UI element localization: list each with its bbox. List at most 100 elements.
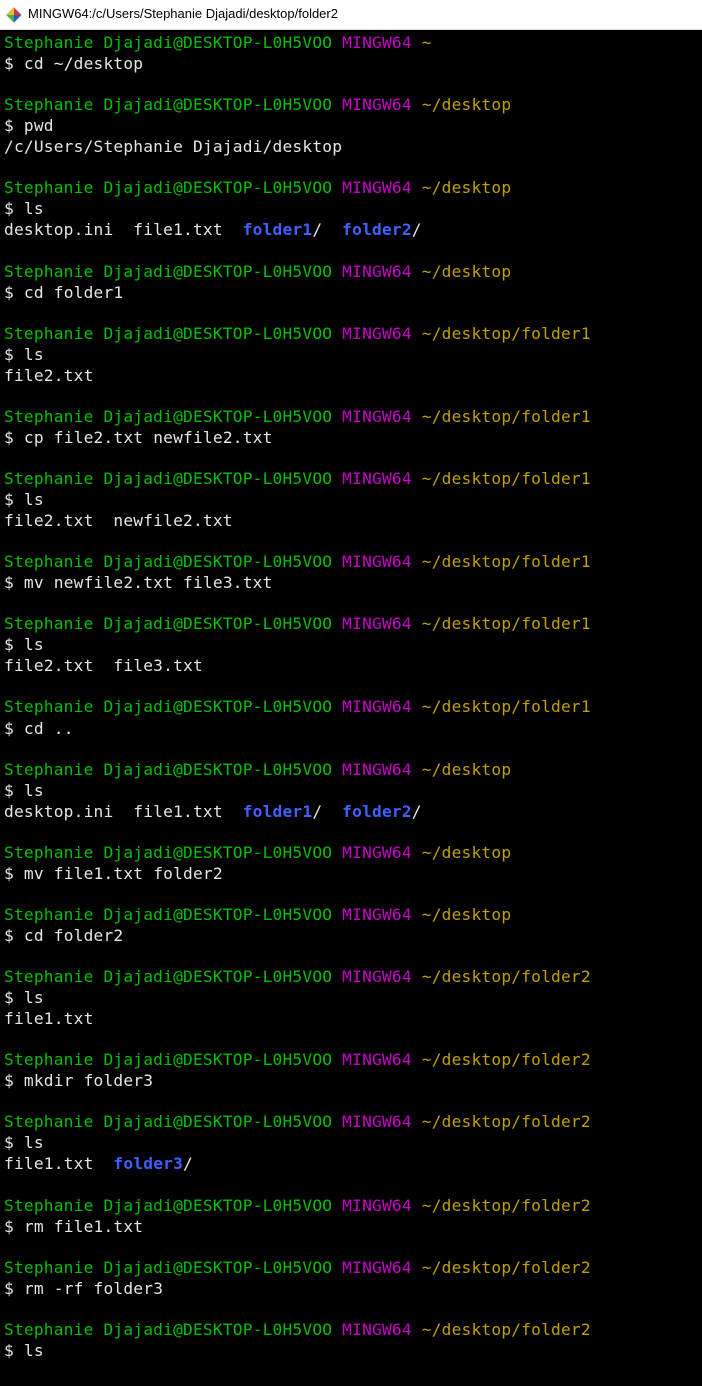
output-text: file2.txt xyxy=(4,366,94,385)
terminal-block: Stephanie Djajadi@DESKTOP-L0H5VOO MINGW6… xyxy=(4,613,698,676)
prompt-path: ~/desktop/folder1 xyxy=(422,552,591,571)
terminal-block: Stephanie Djajadi@DESKTOP-L0H5VOO MINGW6… xyxy=(4,904,698,946)
prompt-line: Stephanie Djajadi@DESKTOP-L0H5VOO MINGW6… xyxy=(4,32,698,53)
prompt-path: ~/desktop/folder1 xyxy=(422,697,591,716)
command-text: pwd xyxy=(24,116,54,135)
prompt-env: MINGW64 xyxy=(342,1112,412,1131)
command-line[interactable]: $ cp file2.txt newfile2.txt xyxy=(4,427,698,448)
command-line[interactable]: $ ls xyxy=(4,634,698,655)
prompt-env: MINGW64 xyxy=(342,614,412,633)
prompt-dollar: $ xyxy=(4,1279,14,1298)
prompt-path: ~/desktop xyxy=(422,843,512,862)
command-text: cp file2.txt newfile2.txt xyxy=(24,428,273,447)
prompt-dollar: $ xyxy=(4,635,14,654)
terminal-block: Stephanie Djajadi@DESKTOP-L0H5VOO MINGW6… xyxy=(4,842,698,884)
command-line[interactable]: $ ls xyxy=(4,987,698,1008)
command-line[interactable]: $ mkdir folder3 xyxy=(4,1070,698,1091)
prompt-dollar: $ xyxy=(4,1217,14,1236)
command-line[interactable]: $ ls xyxy=(4,1132,698,1153)
terminal-block: Stephanie Djajadi@DESKTOP-L0H5VOO MINGW6… xyxy=(4,1257,698,1299)
prompt-userhost: Stephanie Djajadi@DESKTOP-L0H5VOO xyxy=(4,967,332,986)
prompt-path: ~/desktop/folder2 xyxy=(422,1320,591,1339)
command-text: cd folder2 xyxy=(24,926,123,945)
prompt-path: ~/desktop xyxy=(422,760,512,779)
terminal-block: Stephanie Djajadi@DESKTOP-L0H5VOO MINGW6… xyxy=(4,759,698,822)
command-line[interactable]: $ cd folder2 xyxy=(4,925,698,946)
output-line: /c/Users/Stephanie Djajadi/desktop xyxy=(4,136,698,157)
prompt-env: MINGW64 xyxy=(342,1320,412,1339)
output-text: / xyxy=(312,220,342,239)
command-line[interactable]: $ rm file1.txt xyxy=(4,1216,698,1237)
terminal-block: Stephanie Djajadi@DESKTOP-L0H5VOO MINGW6… xyxy=(4,1195,698,1237)
prompt-dollar: $ xyxy=(4,1133,14,1152)
prompt-line: Stephanie Djajadi@DESKTOP-L0H5VOO MINGW6… xyxy=(4,1049,698,1070)
command-line[interactable]: $ ls xyxy=(4,1340,698,1361)
prompt-userhost: Stephanie Djajadi@DESKTOP-L0H5VOO xyxy=(4,324,332,343)
prompt-dollar: $ xyxy=(4,345,14,364)
prompt-line: Stephanie Djajadi@DESKTOP-L0H5VOO MINGW6… xyxy=(4,551,698,572)
prompt-path: ~/desktop xyxy=(422,262,512,281)
prompt-line: Stephanie Djajadi@DESKTOP-L0H5VOO MINGW6… xyxy=(4,1257,698,1278)
command-line[interactable]: $ rm -rf folder3 xyxy=(4,1278,698,1299)
app-icon xyxy=(6,7,22,23)
command-line[interactable]: $ ls xyxy=(4,489,698,510)
command-text: ls xyxy=(24,781,44,800)
command-line[interactable]: $ mv file1.txt folder2 xyxy=(4,863,698,884)
command-line[interactable]: $ ls xyxy=(4,780,698,801)
command-line[interactable]: $ mv newfile2.txt file3.txt xyxy=(4,572,698,593)
output-line: file2.txt xyxy=(4,365,698,386)
prompt-line: Stephanie Djajadi@DESKTOP-L0H5VOO MINGW6… xyxy=(4,759,698,780)
output-text: desktop.ini file1.txt xyxy=(4,220,243,239)
prompt-dollar: $ xyxy=(4,926,14,945)
command-line[interactable]: $ cd folder1 xyxy=(4,282,698,303)
prompt-userhost: Stephanie Djajadi@DESKTOP-L0H5VOO xyxy=(4,95,332,114)
prompt-userhost: Stephanie Djajadi@DESKTOP-L0H5VOO xyxy=(4,178,332,197)
terminal-block: Stephanie Djajadi@DESKTOP-L0H5VOO MINGW6… xyxy=(4,32,698,74)
prompt-path: ~/desktop/folder2 xyxy=(422,967,591,986)
output-line: desktop.ini file1.txt folder1/ folder2/ xyxy=(4,801,698,822)
command-line[interactable]: $ ls xyxy=(4,198,698,219)
output-text: file1.txt xyxy=(4,1154,113,1173)
prompt-dollar: $ xyxy=(4,864,14,883)
window-titlebar[interactable]: MINGW64:/c/Users/Stephanie Djajadi/deskt… xyxy=(0,0,702,30)
output-text: file2.txt newfile2.txt xyxy=(4,511,233,530)
prompt-userhost: Stephanie Djajadi@DESKTOP-L0H5VOO xyxy=(4,1258,332,1277)
output-text: file1.txt xyxy=(4,1009,94,1028)
prompt-line: Stephanie Djajadi@DESKTOP-L0H5VOO MINGW6… xyxy=(4,177,698,198)
command-text: ls xyxy=(24,635,44,654)
output-text: /c/Users/Stephanie Djajadi/desktop xyxy=(4,137,342,156)
output-line: file2.txt newfile2.txt xyxy=(4,510,698,531)
terminal-block: Stephanie Djajadi@DESKTOP-L0H5VOO MINGW6… xyxy=(4,551,698,593)
prompt-line: Stephanie Djajadi@DESKTOP-L0H5VOO MINGW6… xyxy=(4,1195,698,1216)
prompt-path: ~/desktop/folder2 xyxy=(422,1050,591,1069)
prompt-dollar: $ xyxy=(4,116,14,135)
output-line: desktop.ini file1.txt folder1/ folder2/ xyxy=(4,219,698,240)
terminal-block: Stephanie Djajadi@DESKTOP-L0H5VOO MINGW6… xyxy=(4,1319,698,1361)
command-line[interactable]: $ cd ~/desktop xyxy=(4,53,698,74)
terminal-area[interactable]: Stephanie Djajadi@DESKTOP-L0H5VOO MINGW6… xyxy=(0,30,702,1363)
prompt-path: ~/desktop/folder1 xyxy=(422,614,591,633)
prompt-env: MINGW64 xyxy=(342,407,412,426)
prompt-userhost: Stephanie Djajadi@DESKTOP-L0H5VOO xyxy=(4,697,332,716)
prompt-env: MINGW64 xyxy=(342,843,412,862)
prompt-dollar: $ xyxy=(4,428,14,447)
window-title: MINGW64:/c/Users/Stephanie Djajadi/deskt… xyxy=(28,6,338,23)
terminal-block: Stephanie Djajadi@DESKTOP-L0H5VOO MINGW6… xyxy=(4,406,698,448)
prompt-line: Stephanie Djajadi@DESKTOP-L0H5VOO MINGW6… xyxy=(4,613,698,634)
output-line: file2.txt file3.txt xyxy=(4,655,698,676)
command-text: cd ~/desktop xyxy=(24,54,143,73)
command-line[interactable]: $ cd .. xyxy=(4,718,698,739)
prompt-dollar: $ xyxy=(4,781,14,800)
command-line[interactable]: $ ls xyxy=(4,344,698,365)
prompt-userhost: Stephanie Djajadi@DESKTOP-L0H5VOO xyxy=(4,843,332,862)
prompt-dollar: $ xyxy=(4,490,14,509)
output-text: / xyxy=(412,802,422,821)
prompt-env: MINGW64 xyxy=(342,1196,412,1215)
output-line: file1.txt xyxy=(4,1008,698,1029)
command-line[interactable]: $ pwd xyxy=(4,115,698,136)
command-text: rm file1.txt xyxy=(24,1217,143,1236)
prompt-userhost: Stephanie Djajadi@DESKTOP-L0H5VOO xyxy=(4,614,332,633)
prompt-dollar: $ xyxy=(4,283,14,302)
prompt-path: ~/desktop xyxy=(422,905,512,924)
prompt-env: MINGW64 xyxy=(342,469,412,488)
